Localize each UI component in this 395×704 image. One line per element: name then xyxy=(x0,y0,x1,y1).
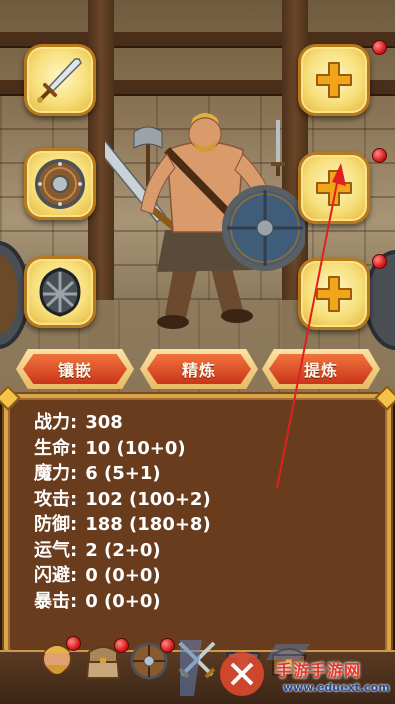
stat-value: 308 xyxy=(85,412,123,433)
stat-value: 6 (5+1) xyxy=(85,463,161,484)
stat-value: 102 (100+2) xyxy=(85,488,211,510)
empty-slot-3[interactable] xyxy=(298,258,370,330)
stat-value: 0 (0+0) xyxy=(85,590,161,612)
notification-badge xyxy=(66,636,81,651)
extract-button[interactable]: 提炼 xyxy=(262,349,380,389)
round-shield-icon xyxy=(35,159,85,209)
plus-icon xyxy=(316,276,352,312)
inlay-button[interactable]: 镶嵌 xyxy=(16,349,134,389)
armor-slot[interactable] xyxy=(24,256,96,328)
stat-row: 攻击: 102 (100+2) xyxy=(34,487,211,513)
watermark-title: 手游手游网 xyxy=(276,661,362,680)
helmet-icon xyxy=(39,267,81,317)
stat-label: 战力: xyxy=(34,412,78,433)
stat-label: 暴击: xyxy=(34,590,78,612)
refine-button-label: 精炼 xyxy=(147,354,251,384)
empty-slot-1[interactable] xyxy=(298,44,370,116)
stat-label: 魔力: xyxy=(34,463,78,484)
notification-badge xyxy=(372,40,387,55)
stat-value: 2 (2+0) xyxy=(85,539,161,561)
stat-value: 0 (0+0) xyxy=(85,565,161,586)
watermark-url: www.eduext.com xyxy=(283,681,390,694)
stat-label: 运气: xyxy=(34,539,78,561)
shield-slot[interactable] xyxy=(24,148,96,220)
stat-label: 生命: xyxy=(34,437,78,459)
stats-panel: 战力: 308 生命: 10 (10+0) 魔力: 6 (5+1) 攻击: 102 (100+… xyxy=(0,385,395,656)
stat-label: 防御: xyxy=(34,514,78,535)
stat-row: 暴击: 0 (0+0) xyxy=(34,589,211,615)
stat-label: 闪避: xyxy=(34,565,78,586)
stat-label: 攻击: xyxy=(34,488,78,510)
plus-icon xyxy=(316,62,352,98)
notification-badge xyxy=(372,254,387,269)
inlay-button-label: 镶嵌 xyxy=(23,354,127,384)
stat-row: 魔力: 6 (5+1) xyxy=(34,461,211,487)
extract-button-label: 提炼 xyxy=(269,354,373,384)
stat-value: 10 (10+0) xyxy=(85,437,186,459)
notification-badge xyxy=(160,638,175,653)
plus-icon xyxy=(316,170,352,206)
stat-row: 生命: 10 (10+0) xyxy=(34,436,211,462)
weapon-slot[interactable] xyxy=(24,44,96,116)
stat-value: 188 (180+8) xyxy=(85,514,211,535)
stat-row: 运气: 2 (2+0) xyxy=(34,538,211,564)
refine-button[interactable]: 精炼 xyxy=(140,349,258,389)
notification-badge xyxy=(114,638,129,653)
empty-slot-2[interactable] xyxy=(298,152,370,224)
stats-list: 战力: 308 生命: 10 (10+0) 魔力: 6 (5+1) 攻击: 102 (100+… xyxy=(34,410,211,614)
stat-row: 战力: 308 xyxy=(34,410,211,436)
sword-icon xyxy=(37,58,82,103)
stat-row: 防御: 188 (180+8) xyxy=(34,512,211,538)
stat-row: 闪避: 0 (0+0) xyxy=(34,563,211,589)
notification-badge xyxy=(372,148,387,163)
barbarian-hero xyxy=(105,113,305,329)
